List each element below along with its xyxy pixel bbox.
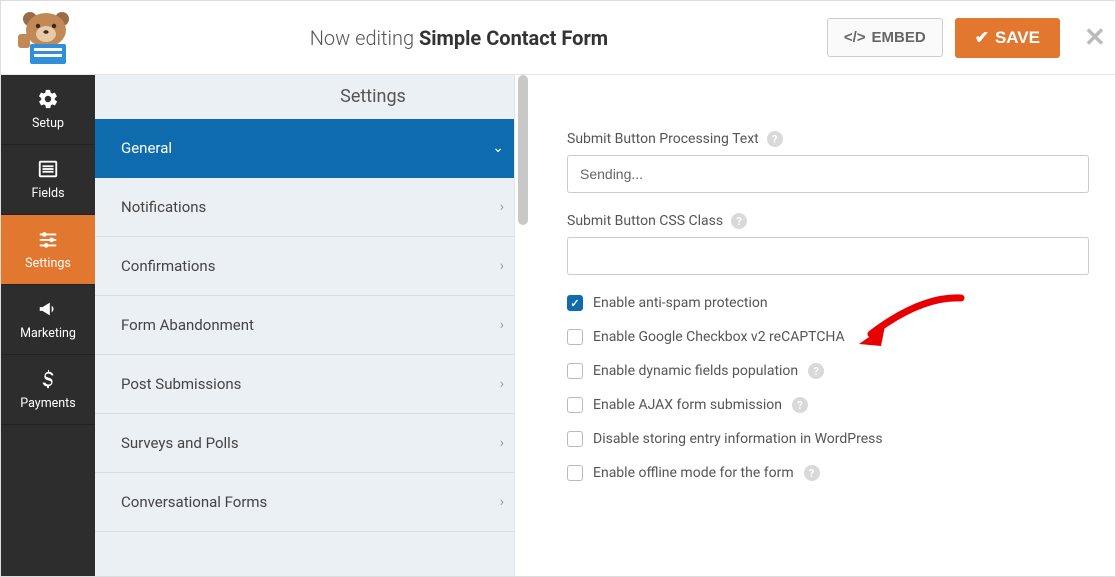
settings-subpanel: Settings General ⌄ Notifications › Confi… xyxy=(95,75,531,576)
nav-payments[interactable]: Payments xyxy=(1,355,95,425)
form-name: Simple Contact Form xyxy=(419,26,608,50)
nav-settings[interactable]: Settings xyxy=(1,215,95,285)
chevron-right-icon: › xyxy=(500,258,504,274)
checkbox-offline-row: Enable offline mode for the form ? xyxy=(567,465,1089,481)
css-class-label-text: Submit Button CSS Class xyxy=(567,213,723,229)
sliders-icon xyxy=(37,228,59,250)
gear-icon xyxy=(37,88,59,110)
embed-button[interactable]: </> EMBED xyxy=(827,18,943,57)
nav-payments-label: Payments xyxy=(20,396,75,411)
title-prefix: Now editing xyxy=(310,26,419,50)
save-label: SAVE xyxy=(995,28,1040,48)
checkbox-ajax-row: Enable AJAX form submission ? xyxy=(567,397,1089,413)
checkbox-antispam[interactable] xyxy=(567,295,583,311)
help-icon[interactable]: ? xyxy=(804,465,820,481)
sub-surveys[interactable]: Surveys and Polls › xyxy=(95,414,530,473)
code-icon: </> xyxy=(844,29,866,46)
nav-setup[interactable]: Setup xyxy=(1,75,95,145)
checkbox-nostore-label: Disable storing entry information in Wor… xyxy=(593,431,883,447)
sub-notifications[interactable]: Notifications › xyxy=(95,178,530,237)
checkbox-ajax-label: Enable AJAX form submission xyxy=(593,397,782,413)
nav-fields[interactable]: Fields xyxy=(1,145,95,215)
list-icon xyxy=(37,158,59,180)
checkbox-recaptcha[interactable] xyxy=(567,329,583,345)
sub-abandonment[interactable]: Form Abandonment › xyxy=(95,296,530,355)
help-icon[interactable]: ? xyxy=(731,213,747,229)
nav-settings-label: Settings xyxy=(25,256,71,271)
nav-fields-label: Fields xyxy=(31,186,64,201)
css-class-input[interactable] xyxy=(567,237,1089,275)
sub-surveys-label: Surveys and Polls xyxy=(121,434,239,452)
checkbox-nostore-row: Disable storing entry information in Wor… xyxy=(567,431,1089,447)
main-area: Setup Fields Settings Marketing Payments… xyxy=(1,75,1115,576)
sub-post-submissions-label: Post Submissions xyxy=(121,375,241,393)
sub-conversational[interactable]: Conversational Forms › xyxy=(95,473,530,532)
chevron-right-icon: › xyxy=(500,199,504,215)
checkbox-offline-label: Enable offline mode for the form xyxy=(593,465,794,481)
checkbox-recaptcha-row: Enable Google Checkbox v2 reCAPTCHA xyxy=(567,329,1089,345)
chevron-down-icon: ⌄ xyxy=(492,140,504,156)
page-title: Now editing Simple Contact Form xyxy=(91,26,827,50)
nav-marketing-label: Marketing xyxy=(20,326,76,341)
subpanel-scrollbar[interactable] xyxy=(514,75,531,576)
sub-general-label: General xyxy=(121,139,172,157)
check-icon: ✔ xyxy=(975,28,989,48)
help-icon[interactable]: ? xyxy=(792,397,808,413)
css-class-label: Submit Button CSS Class ? xyxy=(567,213,1089,229)
sub-notifications-label: Notifications xyxy=(121,198,206,216)
sub-general[interactable]: General ⌄ xyxy=(95,119,530,178)
chevron-right-icon: › xyxy=(500,376,504,392)
dollar-icon xyxy=(37,368,59,390)
close-icon[interactable]: ✕ xyxy=(1084,23,1109,53)
settings-list: General ⌄ Notifications › Confirmations … xyxy=(95,119,530,532)
sub-confirmations-label: Confirmations xyxy=(121,257,215,275)
checkbox-dynamic-label: Enable dynamic fields population xyxy=(593,363,798,379)
help-icon[interactable]: ? xyxy=(767,131,783,147)
processing-text-label: Submit Button Processing Text ? xyxy=(567,131,1089,147)
chevron-right-icon: › xyxy=(500,317,504,333)
panel-title: Settings xyxy=(95,75,651,118)
settings-content: Submit Button Processing Text ? Submit B… xyxy=(531,75,1115,576)
nav-marketing[interactable]: Marketing xyxy=(1,285,95,355)
save-button[interactable]: ✔ SAVE xyxy=(955,18,1060,58)
checkbox-dynamic[interactable] xyxy=(567,363,583,379)
sub-confirmations[interactable]: Confirmations › xyxy=(95,237,530,296)
embed-label: EMBED xyxy=(872,29,926,46)
checkbox-nostore[interactable] xyxy=(567,431,583,447)
nav-setup-label: Setup xyxy=(32,116,64,131)
checkbox-antispam-label: Enable anti-spam protection xyxy=(593,295,768,311)
checkbox-antispam-row: Enable anti-spam protection xyxy=(567,295,1089,311)
checkbox-recaptcha-label: Enable Google Checkbox v2 reCAPTCHA xyxy=(593,329,845,345)
sub-abandonment-label: Form Abandonment xyxy=(121,316,254,334)
checkbox-offline[interactable] xyxy=(567,465,583,481)
bullhorn-icon xyxy=(37,298,59,320)
help-icon[interactable]: ? xyxy=(808,363,824,379)
app-logo xyxy=(1,1,91,75)
checkbox-ajax[interactable] xyxy=(567,397,583,413)
chevron-right-icon: › xyxy=(500,494,504,510)
processing-text-label-text: Submit Button Processing Text xyxy=(567,131,759,147)
sub-conversational-label: Conversational Forms xyxy=(121,493,267,511)
top-bar: Now editing Simple Contact Form </> EMBE… xyxy=(1,1,1115,75)
processing-text-input[interactable] xyxy=(567,155,1089,193)
sub-post-submissions[interactable]: Post Submissions › xyxy=(95,355,530,414)
chevron-right-icon: › xyxy=(500,435,504,451)
left-nav: Setup Fields Settings Marketing Payments xyxy=(1,75,95,576)
checkbox-dynamic-row: Enable dynamic fields population ? xyxy=(567,363,1089,379)
